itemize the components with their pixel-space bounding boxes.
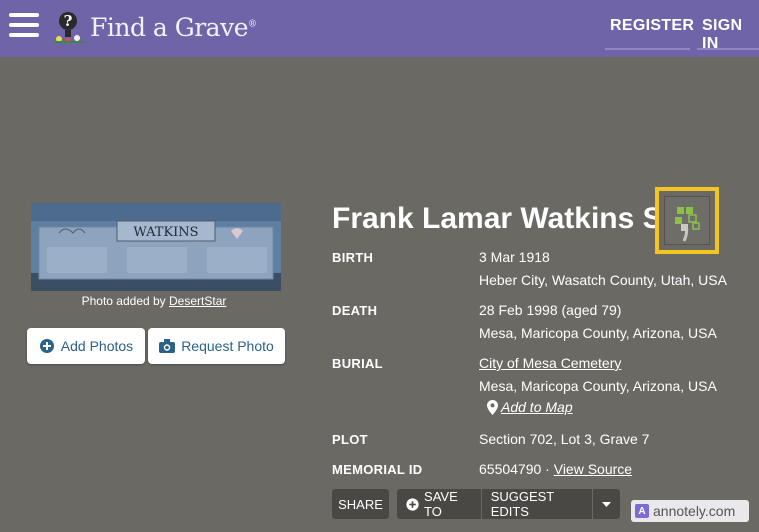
camera-icon: [159, 339, 176, 353]
request-photo-label: Request Photo: [181, 338, 274, 354]
birth-date: 3 Mar 1918: [479, 249, 550, 265]
map-pin-icon: [487, 399, 498, 415]
save-to-label: SAVE TO: [424, 489, 458, 519]
burial-label: BURIAL: [332, 356, 383, 371]
death-place: Mesa, Maricopa County, Arizona, USA: [479, 325, 717, 341]
plus-circle-icon: [39, 339, 54, 353]
logo-question-mark-icon: ?: [54, 12, 84, 43]
svg-text:?: ?: [64, 12, 73, 30]
register-link[interactable]: REGISTER: [610, 17, 694, 35]
save-to-button[interactable]: SAVE TO: [397, 489, 481, 519]
view-source-link[interactable]: View Source: [554, 461, 632, 477]
caret-down-icon: [602, 501, 611, 507]
birth-label: BIRTH: [332, 250, 374, 265]
memorial-name: Frank Lamar Watkins Sr: [332, 202, 675, 235]
watermark-text: annotely.com: [653, 503, 736, 519]
memorial-id-label: MEMORIAL ID: [332, 462, 423, 477]
memorial-id-row: 65504790 · View Source: [479, 461, 632, 477]
burial-cemetery-link[interactable]: City of Mesa Cemetery: [479, 355, 621, 371]
memorial-id-value: 65504790 ·: [479, 461, 550, 477]
photo-author-link[interactable]: DesertStar: [169, 294, 226, 308]
family-tree-button[interactable]: [664, 196, 710, 245]
suggest-edits-button[interactable]: SUGGEST EDITS: [482, 489, 592, 519]
headstone-photo[interactable]: WATKINS: [31, 203, 281, 291]
more-options-dropdown[interactable]: [593, 489, 620, 519]
request-photo-button[interactable]: Request Photo: [148, 328, 285, 364]
death-date: 28 Feb 1998 (aged 79): [479, 302, 622, 318]
annotely-logo-icon: A: [635, 504, 649, 518]
death-label: DEATH: [332, 303, 378, 318]
plot-value: Section 702, Lot 3, Grave 7: [479, 431, 650, 447]
burial-place: Mesa, Maricopa County, Arizona, USA: [479, 378, 717, 394]
action-button-group: SAVE TO SUGGEST EDITS: [397, 489, 620, 519]
find-a-grave-logo[interactable]: ? Find a Grave®: [54, 10, 257, 44]
highlight-box: [655, 187, 719, 254]
add-photos-label: Add Photos: [60, 338, 134, 354]
add-to-map-label[interactable]: Add to Map: [501, 399, 573, 415]
family-tree-icon: [675, 207, 700, 242]
birth-place: Heber City, Wasatch County, Utah, USA: [479, 272, 727, 288]
share-button[interactable]: SHARE: [332, 489, 389, 519]
plot-label: PLOT: [332, 432, 368, 447]
add-photos-button[interactable]: Add Photos: [27, 328, 145, 364]
register-underline: [605, 48, 690, 50]
cemetery-link[interactable]: City of Mesa Cemetery: [479, 355, 621, 371]
photo-caption: Photo added by DesertStar: [81, 294, 227, 308]
annotely-watermark: A annotely.com: [631, 500, 749, 522]
headstone-surname: WATKINS: [133, 225, 198, 240]
plus-circle-icon: [406, 497, 419, 511]
top-navigation-bar: ? Find a Grave® REGISTER SIGN IN: [0, 0, 759, 57]
logo-text: Find a Grave®: [90, 12, 257, 42]
hamburger-menu-icon[interactable]: [9, 13, 39, 39]
sign-in-underline: [697, 48, 759, 50]
add-to-map-link[interactable]: Add to Map: [487, 399, 573, 415]
